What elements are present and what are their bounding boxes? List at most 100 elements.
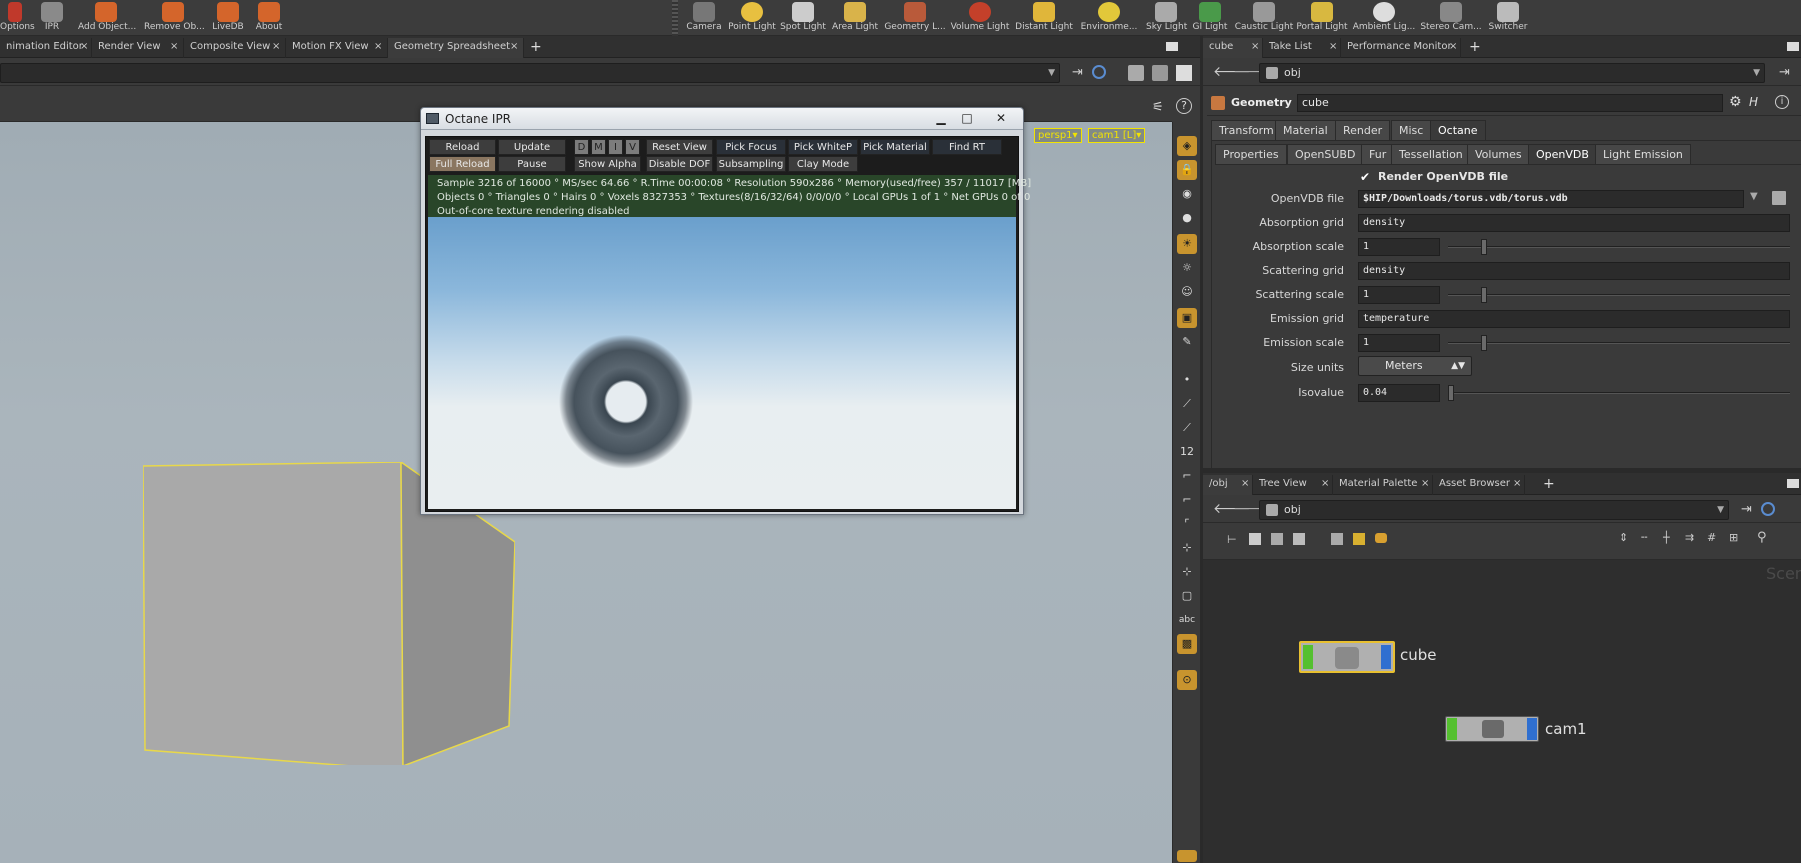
tab-geometry-spreadsheet[interactable]: Geometry Spreadsheet × [388, 38, 524, 58]
help-h-icon[interactable]: H [1749, 95, 1758, 109]
maximize-icon[interactable]: □ [955, 110, 979, 127]
snapshot-icon[interactable] [1128, 65, 1144, 81]
close-icon[interactable]: × [80, 38, 88, 56]
snap-icon[interactable]: ⊹ [1177, 538, 1197, 558]
close-icon[interactable]: × [1241, 475, 1249, 493]
numbers-icon[interactable]: 12 [1177, 442, 1197, 462]
brush-icon[interactable]: ✎ [1177, 332, 1197, 352]
shelf-area-light[interactable]: Area Light [830, 0, 880, 36]
minimize-icon[interactable]: ▁ [929, 110, 953, 127]
shelf-portal-light[interactable]: Portal Light [1296, 0, 1348, 36]
node-name-field[interactable]: cube [1297, 94, 1723, 112]
slider-handle[interactable] [1448, 385, 1454, 401]
layout-icon[interactable] [1176, 65, 1192, 81]
shelf-gi-light[interactable]: GI Light [1190, 0, 1230, 36]
tab-properties[interactable]: Properties [1215, 144, 1287, 164]
network-editor[interactable]: Scen cube cam1 [1203, 560, 1801, 863]
scattering-grid-field[interactable]: density [1358, 262, 1790, 280]
pin-icon[interactable]: ⇥ [1741, 502, 1752, 517]
show-alpha-button[interactable]: Show Alpha [574, 156, 641, 172]
node-cam1[interactable] [1445, 716, 1539, 742]
pause-button[interactable]: Pause [498, 156, 566, 172]
scattering-scale-field[interactable]: 1 [1358, 286, 1440, 304]
emission-scale-field[interactable]: 1 [1358, 334, 1440, 352]
gear-icon[interactable]: ⚙ [1729, 94, 1742, 110]
viewport-path-field[interactable]: ▼ [0, 63, 1060, 83]
shelf-sky-light[interactable]: Sky Light [1146, 0, 1187, 36]
flow-icon[interactable]: ⇉ [1685, 531, 1694, 544]
uv-icon[interactable]: ⌐ [1177, 490, 1197, 510]
grid-snap-icon[interactable]: # [1707, 531, 1716, 544]
display-flag[interactable] [1303, 645, 1313, 669]
isovalue-field[interactable]: 0.04 [1358, 384, 1440, 402]
shelf-stereo-camera[interactable]: Stereo Cam... [1420, 0, 1482, 36]
tab-light-emission[interactable]: Light Emission [1595, 144, 1691, 164]
scattering-scale-slider[interactable] [1448, 287, 1790, 303]
map-pin-icon[interactable]: ⊙ [1177, 670, 1197, 690]
network-box-icon[interactable] [1375, 533, 1387, 543]
tab-render[interactable]: Render [1335, 120, 1391, 140]
tab-volumes[interactable]: Volumes [1467, 144, 1530, 164]
slider-handle[interactable] [1481, 287, 1488, 303]
emission-grid-field[interactable]: temperature [1358, 310, 1790, 328]
camera-menu[interactable]: cam1 [L]▾ [1088, 128, 1146, 143]
isovalue-slider[interactable] [1448, 385, 1790, 401]
update-button[interactable]: Update [498, 139, 566, 155]
point-icon[interactable]: • [1177, 370, 1197, 390]
param-path-field[interactable]: obj ▼ [1259, 63, 1765, 83]
shading-icon[interactable]: ● [1177, 208, 1197, 228]
close-icon[interactable]: × [1449, 38, 1457, 56]
tab-opensubd[interactable]: OpenSUBD [1287, 144, 1364, 164]
sticky-note-icon[interactable] [1353, 533, 1365, 545]
shelf-camera[interactable]: Camera [686, 0, 722, 36]
grid-icon[interactable]: ⊞ [1729, 531, 1738, 544]
tab-fur[interactable]: Fur [1361, 144, 1395, 164]
pick-material-button[interactable]: Pick Material [860, 139, 930, 155]
image-icon[interactable] [1331, 533, 1343, 545]
chevron-down-icon[interactable]: ▼ [1717, 501, 1724, 519]
tab-material-palette[interactable]: Material Palette × [1333, 475, 1433, 495]
shelf-remove-object[interactable]: Remove Ob... [144, 0, 205, 36]
add-tab-icon[interactable]: + [530, 38, 542, 56]
layout-vertical-icon[interactable]: ⇕ [1619, 531, 1628, 544]
pick-focus-button[interactable]: Pick Focus [716, 139, 786, 155]
link-icon[interactable] [1092, 65, 1106, 79]
close-icon[interactable]: × [1329, 38, 1337, 56]
close-icon[interactable]: × [272, 38, 280, 56]
maximize-pane-icon[interactable] [1787, 479, 1799, 488]
toggle-d-button[interactable]: D [574, 139, 589, 155]
tab-animation-editor[interactable]: nimation Editor × [0, 38, 92, 58]
shelf-ambient-light[interactable]: Ambient Lig... [1352, 0, 1416, 36]
edge-icon[interactable]: ⟋ [1177, 394, 1197, 414]
tab-obj[interactable]: /obj × [1203, 475, 1253, 495]
toggle-m-button[interactable]: M [591, 139, 606, 155]
close-icon[interactable]: × [510, 38, 518, 56]
help-icon[interactable]: ? [1176, 98, 1192, 114]
dashes-icon[interactable]: ╌ [1641, 531, 1648, 544]
grid-view-icon[interactable] [1293, 533, 1305, 545]
close-icon[interactable]: × [374, 38, 382, 56]
headlight-icon[interactable]: ☼ [1177, 258, 1197, 278]
emission-scale-slider[interactable] [1448, 335, 1790, 351]
visibility-icon[interactable]: ◉ [1177, 184, 1197, 204]
tab-performance-monitor[interactable]: Performance Monitor × [1341, 38, 1461, 58]
tab-take-list[interactable]: Take List × [1263, 38, 1341, 58]
shelf-about[interactable]: About [254, 0, 284, 36]
lock-camera-icon[interactable]: 🔒 [1177, 160, 1197, 180]
disable-dof-button[interactable]: Disable DOF [646, 156, 713, 172]
add-tab-icon[interactable]: + [1469, 38, 1481, 56]
close-icon[interactable]: × [1513, 475, 1521, 493]
link-icon[interactable] [1761, 502, 1775, 516]
chevron-down-icon[interactable]: ▼ [1750, 191, 1758, 202]
node-cube[interactable] [1299, 641, 1395, 673]
close-icon[interactable]: × [1251, 38, 1259, 56]
shelf-geometry-light[interactable]: Geometry L... [884, 0, 946, 36]
shelf-livedb[interactable]: LiveDB [210, 0, 246, 36]
shelf-divider[interactable] [672, 0, 678, 36]
grid-icon[interactable]: ▢ [1177, 586, 1197, 606]
ipr-render-area[interactable] [428, 217, 1016, 509]
light-icon[interactable]: ☀ [1177, 234, 1197, 254]
shelf-add-object[interactable]: Add Object... [78, 0, 136, 36]
pin-icon[interactable]: ⇥ [1072, 65, 1083, 80]
reset-view-button[interactable]: Reset View [646, 139, 713, 155]
